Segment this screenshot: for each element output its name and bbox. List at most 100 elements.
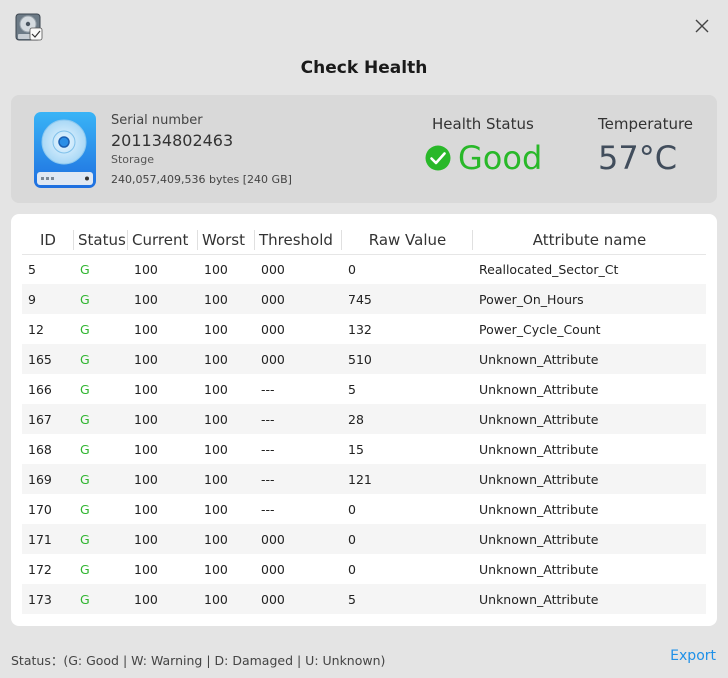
table-cell: Unknown_Attribute [473, 584, 706, 614]
table-cell: 0 [348, 261, 356, 277]
table-cell: 132 [348, 321, 372, 337]
table-cell: 000 [261, 561, 285, 577]
table-row[interactable]: 171 G 100 100 000 0 Unknown_Attribute [22, 524, 706, 554]
status-cell: G [74, 404, 128, 434]
column-header[interactable]: ID [22, 226, 74, 255]
table-cell: 000 [255, 524, 342, 554]
table-cell: 168 [28, 441, 52, 457]
column-header[interactable]: Attribute name [473, 226, 706, 255]
table-cell: 28 [342, 404, 473, 434]
status-cell: G [80, 321, 90, 337]
table-cell: --- [261, 441, 275, 457]
table-cell: 100 [134, 561, 158, 577]
table-row[interactable]: 12 G 100 100 000 132 Power_Cycle_Count [22, 314, 706, 344]
table-cell: 100 [134, 321, 158, 337]
table-cell: 100 [198, 524, 255, 554]
table-cell: --- [255, 404, 342, 434]
table-row[interactable]: 165 G 100 100 000 510 Unknown_Attribute [22, 344, 706, 374]
smart-attributes-table: ID Status Current Worst Threshold Raw Value At… [22, 226, 706, 614]
table-cell: 0 [348, 561, 356, 577]
column-header[interactable]: Worst [198, 226, 255, 255]
table-row[interactable]: 169 G 100 100 --- 121 Unknown_Attribute [22, 464, 706, 494]
column-header[interactable]: Status [74, 226, 128, 255]
table-row[interactable]: 172 G 100 100 000 0 Unknown_Attribute [22, 554, 706, 584]
status-cell: G [80, 261, 90, 277]
check-circle-icon [425, 145, 451, 171]
table-cell: 0 [348, 501, 356, 517]
status-cell: G [74, 284, 128, 314]
dialog-title: Check Health [300, 58, 428, 78]
table-cell: --- [255, 464, 342, 494]
table-cell: 15 [348, 441, 364, 457]
status-cell: G [74, 584, 128, 614]
close-icon [695, 19, 709, 33]
table-cell: Power_On_Hours [473, 284, 706, 314]
table-row[interactable]: 5 G 100 100 000 0 Reallocated_Sector_Ct [22, 254, 706, 284]
table-cell: 100 [128, 584, 198, 614]
table-row[interactable]: 170 G 100 100 --- 0 Unknown_Attribute [22, 494, 706, 524]
export-button[interactable]: Export [670, 648, 716, 664]
table-cell: --- [261, 501, 275, 517]
table-row[interactable]: 9 G 100 100 000 745 Power_On_Hours [22, 284, 706, 314]
table-cell: Unknown_Attribute [473, 464, 706, 494]
column-header[interactable]: Raw Value [342, 226, 473, 255]
table-cell: 000 [255, 584, 342, 614]
status-cell: G [80, 501, 90, 517]
table-cell: 171 [22, 524, 74, 554]
table-cell: 000 [255, 284, 342, 314]
table-row[interactable]: 167 G 100 100 --- 28 Unknown_Attribute [22, 404, 706, 434]
table-cell: 000 [255, 344, 342, 374]
table-cell: 172 [28, 561, 52, 577]
table-cell: 9 [22, 284, 74, 314]
table-cell: 100 [198, 404, 255, 434]
table-cell: 12 [28, 321, 44, 337]
table-cell: 100 [198, 464, 255, 494]
table-cell: 100 [128, 404, 198, 434]
hard-disk-icon [33, 111, 97, 189]
serial-number-value: 201134802463 [111, 131, 234, 150]
table-cell: 100 [198, 344, 255, 374]
table-row[interactable]: 173 G 100 100 000 5 Unknown_Attribute [22, 584, 706, 614]
table-cell: 5 [348, 381, 356, 397]
table-row[interactable]: 166 G 100 100 --- 5 Unknown_Attribute [22, 374, 706, 404]
table-cell: 100 [128, 524, 198, 554]
table-cell: --- [261, 381, 275, 397]
table-cell: 100 [198, 584, 255, 614]
table-header-row: ID Status Current Worst Threshold Raw Value At… [22, 226, 706, 255]
table-cell: 100 [128, 464, 198, 494]
table-cell: 100 [198, 284, 255, 314]
table-cell: 100 [128, 344, 198, 374]
table-cell: 166 [28, 381, 52, 397]
status-cell: G [74, 344, 128, 374]
column-header[interactable]: Threshold [255, 226, 342, 255]
table-cell: 169 [22, 464, 74, 494]
smart-attributes-card: ID Status Current Worst Threshold Raw Value At… [11, 214, 717, 626]
disk-utility-icon [14, 12, 44, 42]
health-status-label: Health Status [432, 115, 534, 133]
table-row[interactable]: 168 G 100 100 --- 15 Unknown_Attribute [22, 434, 706, 464]
status-cell: G [80, 381, 90, 397]
status-cell: G [74, 524, 128, 554]
table-cell: 100 [204, 561, 228, 577]
close-button[interactable] [692, 16, 712, 36]
table-cell: Power_Cycle_Count [479, 321, 601, 337]
table-cell: 510 [342, 344, 473, 374]
table-cell: 5 [28, 261, 36, 277]
temperature-label: Temperature [598, 115, 694, 133]
storage-value: 240,057,409,536 bytes [240 GB] [111, 173, 292, 186]
storage-label: Storage [111, 153, 155, 166]
status-cell: G [74, 464, 128, 494]
table-cell: 100 [204, 441, 228, 457]
table-cell: Unknown_Attribute [473, 524, 706, 554]
table-cell: 100 [134, 261, 158, 277]
table-cell: 745 [342, 284, 473, 314]
table-cell: 121 [342, 464, 473, 494]
table-cell: Unknown_Attribute [473, 344, 706, 374]
table-cell: Unknown_Attribute [479, 381, 599, 397]
table-cell: 100 [134, 381, 158, 397]
device-info-card: Serial number 201134802463 Storage 240,0… [11, 95, 717, 203]
column-header[interactable]: Current [128, 226, 198, 255]
table-cell: 100 [204, 501, 228, 517]
table-cell: 000 [261, 261, 285, 277]
table-cell: 0 [342, 524, 473, 554]
